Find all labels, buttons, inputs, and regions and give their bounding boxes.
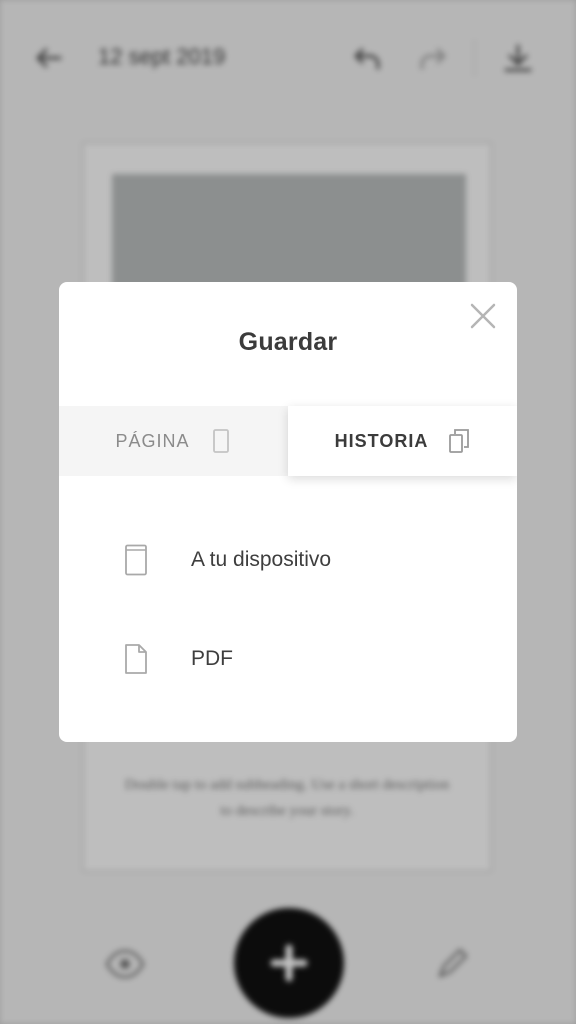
save-scope-tabs: PÁGINA HISTORIA [59, 406, 517, 476]
tab-pagina[interactable]: PÁGINA [59, 406, 288, 476]
close-icon[interactable] [469, 302, 497, 330]
save-dialog: Guardar PÁGINA HISTORIA A tu dispositivo… [59, 282, 517, 742]
save-as-pdf-label: PDF [191, 647, 233, 670]
copy-pages-icon [449, 429, 470, 453]
save-as-pdf-option[interactable]: PDF [59, 624, 517, 694]
save-to-device-option[interactable]: A tu dispositivo [59, 525, 517, 595]
tab-historia-label: HISTORIA [334, 430, 429, 451]
tab-historia[interactable]: HISTORIA [288, 406, 517, 476]
dialog-title: Guardar [238, 328, 338, 356]
document-icon [125, 644, 147, 674]
tab-pagina-label: PÁGINA [115, 430, 190, 451]
phone-outline-icon [212, 429, 229, 453]
save-to-device-label: A tu dispositivo [191, 548, 332, 571]
device-icon [125, 544, 147, 576]
